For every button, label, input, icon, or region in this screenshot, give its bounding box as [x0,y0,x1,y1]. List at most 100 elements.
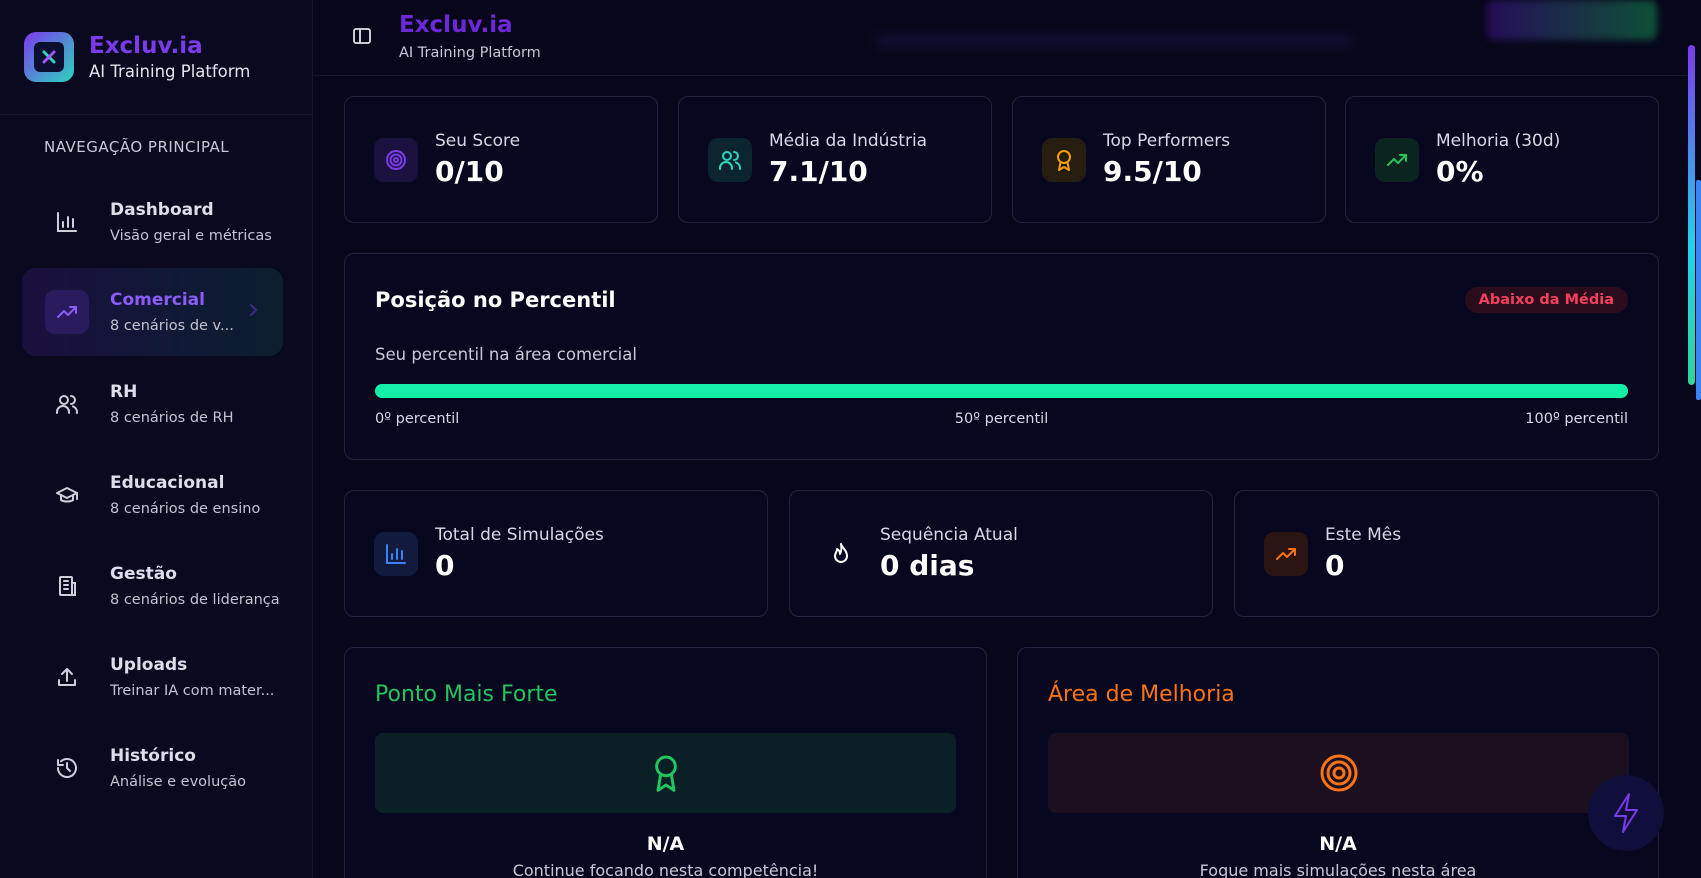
sidebar-item-label: Dashboard [110,200,214,220]
strongest-point-title: Ponto Mais Forte [375,682,558,707]
sidebar-item-subtitle: 8 cenários de ensino [110,501,261,517]
percentile-progress-bar [375,384,1628,398]
graduation-cap-icon [56,487,78,503]
stat-value: 0 [1325,549,1345,582]
strongest-point-message: Continue focando nesta competência! [512,861,819,878]
bar-chart-icon [386,543,406,564]
sidebar-item-label: Comercial [110,290,205,310]
sidebar-item-uploads[interactable]: Uploads Treinar IA com mater... [22,633,283,721]
target-icon [1320,754,1357,792]
users-icon [719,150,741,170]
sidebar-item-label: RH [110,382,138,402]
status-badge: Abaixo da Média [1464,287,1628,313]
stat-card-current-streak: Sequência Atual 0 dias [789,490,1213,617]
trending-up-icon [57,306,77,318]
chevron-right-icon [250,304,258,316]
stat-label: Média da Indústria [769,131,928,151]
sidebar-item-subtitle: Treinar IA com mater... [110,683,275,699]
sidebar-item-label: Uploads [110,655,188,675]
stat-label: Este Mês [1325,525,1402,545]
floating-action-button[interactable] [1588,775,1664,851]
logo [24,32,74,82]
stat-card-top-performers: Top Performers 9.5/10 [1012,96,1326,223]
header-subtitle: AI Training Platform [399,45,541,61]
stat-icon-box [708,137,752,182]
stat-value: 0 [435,549,455,582]
trending-up-icon [1276,547,1296,560]
improvement-area-card: Área de Melhoria N/A Foque mais simulaçõ… [1017,647,1659,878]
improvement-area-message: Foque mais simulações nesta área [1199,861,1477,878]
sidebar-item-subtitle: Análise e evolução [110,774,246,790]
sidebar-item-gestao[interactable]: Gestão 8 cenários de liderança [22,542,283,630]
stat-icon-box [1375,137,1419,182]
stat-card-score: Seu Score 0/10 [344,96,658,223]
scrollbar-thumb[interactable] [1688,45,1695,385]
strongest-point-card: Ponto Mais Forte N/A Continue focando ne… [344,647,987,878]
lightning-icon [1614,793,1638,833]
header-title: Excluv.ia [399,12,513,38]
sidebar-item-subtitle: 8 cenários de v... [110,318,234,334]
sidebar-item-comercial[interactable]: Comercial 8 cenários de v... [22,268,283,356]
stat-value: 0/10 [435,155,504,188]
upload-icon [58,668,76,686]
sidebar-item-subtitle: 8 cenários de liderança [110,592,280,608]
sidebar-item-historico[interactable]: Histórico Análise e evolução [22,724,283,812]
sidebar: Excluv.ia AI Training Platform NAVEGAÇÃO… [0,0,313,878]
sidebar-item-rh[interactable]: RH 8 cenários de RH [22,360,283,448]
sidebar-toggle-button[interactable] [352,26,372,46]
sidebar-item-subtitle: Visão geral e métricas [110,228,272,244]
percentile-tick-50: 50º percentil [954,411,1049,427]
stat-icon-box [374,531,418,576]
stat-label: Melhoria (30d) [1436,131,1561,151]
percentile-progress-fill [375,384,1628,398]
history-icon [57,758,77,778]
award-icon [654,755,677,792]
brand-name: Excluv.ia [89,32,203,59]
stat-label: Sequência Atual [880,525,1018,545]
stat-value: 9.5/10 [1103,155,1202,188]
award-icon [1057,149,1071,171]
stat-label: Total de Simulações [435,525,604,545]
nav-section-title: NAVEGAÇÃO PRINCIPAL [44,138,230,156]
flame-icon [834,542,848,563]
stat-icon-box [1042,137,1086,182]
brand[interactable]: Excluv.ia AI Training Platform [0,0,312,115]
target-icon [386,149,406,170]
percentile-title: Posição no Percentil [375,288,616,312]
stat-value: 7.1/10 [769,155,868,188]
stat-card-improvement: Melhoria (30d) 0% [1345,96,1659,223]
panel-left-icon [353,28,371,44]
stat-label: Seu Score [435,131,521,151]
stat-card-industry-average: Média da Indústria 7.1/10 [678,96,992,223]
percentile-card: Posição no Percentil Abaixo da Média Seu… [344,253,1659,460]
sidebar-item-dashboard[interactable]: Dashboard Visão geral e métricas [22,178,283,266]
stat-card-this-month: Este Mês 0 [1234,490,1659,617]
sidebar-item-label: Histórico [110,746,196,766]
stat-value: 0% [1436,155,1484,188]
sidebar-item-label: Educacional [110,473,225,493]
improvement-area-title: Área de Melhoria [1048,682,1235,707]
stat-icon-box [819,532,863,576]
stat-card-total-simulations: Total de Simulações 0 [344,490,768,617]
header-blurred-text [874,34,1354,48]
stat-icon-box [374,137,418,182]
sidebar-item-educacional[interactable]: Educacional 8 cenários de ensino [22,451,283,539]
x-logo-icon [42,50,56,64]
stat-value: 0 dias [880,549,975,582]
stat-label: Top Performers [1103,131,1231,151]
strongest-point-value: N/A [646,833,685,855]
users-icon [56,395,78,414]
stat-icon-box [1264,531,1308,576]
header-action-button[interactable] [1487,0,1657,40]
strongest-point-box [375,733,956,813]
sidebar-item-subtitle: 8 cenários de RH [110,410,234,426]
percentile-tick-100: 100º percentil [1525,411,1628,427]
window-edge-accent [1696,180,1701,400]
building-icon [59,576,76,596]
top-header: Excluv.ia AI Training Platform [314,0,1687,76]
improvement-area-box [1048,733,1629,813]
trending-up-icon [1387,153,1407,166]
improvement-area-value: N/A [1319,833,1357,855]
percentile-subtitle: Seu percentil na área comercial [375,345,637,364]
brand-subtitle: AI Training Platform [89,62,251,82]
